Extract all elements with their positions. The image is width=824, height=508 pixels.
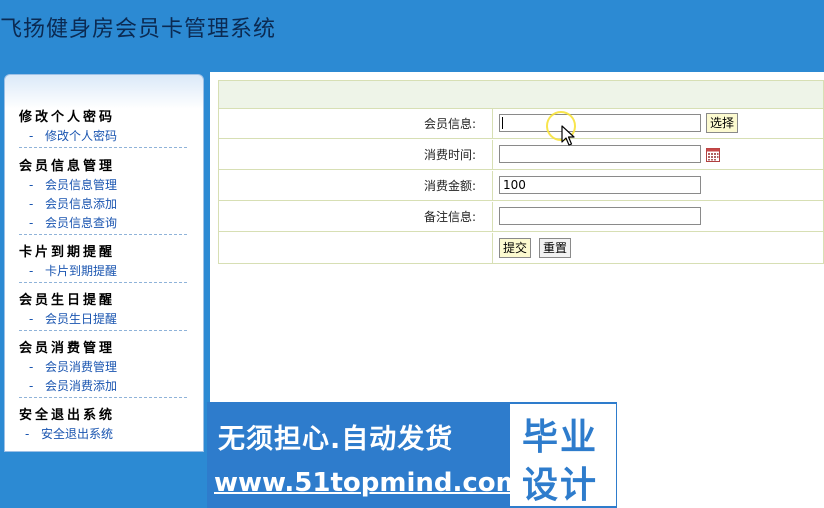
actions-label-cell xyxy=(219,233,493,263)
row-actions: 提交 重置 xyxy=(219,233,823,263)
member-info-input[interactable] xyxy=(499,114,701,132)
consume-time-label: 消费时间: xyxy=(219,140,493,170)
app-title: 飞扬健身房会员卡管理系统 xyxy=(0,17,277,42)
consume-amount-label: 消费金额: xyxy=(219,171,493,201)
menu-item-dash: - xyxy=(29,178,34,192)
menu-group-member-info: 会员信息管理 - 会员信息管理 - 会员信息添加 - 会员信息查询 xyxy=(19,157,187,235)
menu-group-birthday: 会员生日提醒 - 会员生日提醒 xyxy=(19,291,187,331)
reset-button[interactable]: 重置 xyxy=(539,238,572,258)
row-member-info: 会员信息: 选择 xyxy=(219,109,823,139)
remark-input[interactable] xyxy=(499,207,701,225)
row-remark: 备注信息: xyxy=(219,202,823,232)
menu-item-member-query[interactable]: - 会员信息查询 xyxy=(19,214,187,233)
banner-badge: 毕业 设计 xyxy=(510,404,616,506)
menu-group-title: 会员信息管理 xyxy=(19,159,116,174)
consume-add-form: 会员信息: 选择 消费时间: 消费金额: 备注信息: 提交 重置 xyxy=(218,80,824,264)
menu-group-card-expire: 卡片到期提醒 - 卡片到期提醒 xyxy=(19,243,187,283)
submit-button[interactable]: 提交 xyxy=(499,238,532,258)
menu-item-card-expire[interactable]: - 卡片到期提醒 xyxy=(19,262,187,281)
menu-group-title: 会员生日提醒 xyxy=(19,293,116,308)
banner-slogan: 无须担心.自动发货 xyxy=(218,424,454,455)
menu-group-title: 安全退出系统 xyxy=(19,408,116,423)
menu-item-dash: - xyxy=(29,379,34,393)
text-caret xyxy=(502,117,503,129)
badge-text-top: 毕业 xyxy=(522,417,599,458)
form-header xyxy=(219,81,823,109)
watermark-banner: 无须担心.自动发货 www.51topmind.com 毕业 设计 xyxy=(207,402,617,508)
menu-item-dash: - xyxy=(29,312,34,326)
row-consume-amount: 消费金额: xyxy=(219,171,823,201)
member-info-label: 会员信息: xyxy=(219,109,493,139)
menu-item-dash: - xyxy=(29,216,34,230)
menu-group-password: 修改个人密码 - 修改个人密码 xyxy=(19,108,187,148)
header-bar: 飞扬健身房会员卡管理系统 xyxy=(0,0,824,72)
menu-item-consume-manage[interactable]: - 会员消费管理 xyxy=(19,358,187,377)
menu-item-member-add[interactable]: - 会员信息添加 xyxy=(19,195,187,214)
select-member-button[interactable]: 选择 xyxy=(706,113,739,133)
menu-item-logout[interactable]: - 安全退出系统 xyxy=(19,425,187,444)
menu-group-consume: 会员消费管理 - 会员消费管理 - 会员消费添加 xyxy=(19,339,187,398)
menu-divider xyxy=(19,397,187,398)
row-consume-time: 消费时间: xyxy=(219,140,823,170)
banner-url: www.51topmind.com xyxy=(214,468,523,498)
consume-amount-input[interactable] xyxy=(499,176,701,194)
menu-divider xyxy=(19,147,187,148)
menu-item-birthday[interactable]: - 会员生日提醒 xyxy=(19,310,187,329)
menu-item-member-manage[interactable]: - 会员信息管理 xyxy=(19,176,187,195)
mouse-pointer-icon xyxy=(561,125,575,146)
menu-divider xyxy=(19,282,187,283)
menu-item-change-password[interactable]: - 修改个人密码 xyxy=(19,127,187,146)
remark-label: 备注信息: xyxy=(219,202,493,232)
menu-group-title: 会员消费管理 xyxy=(19,341,116,356)
menu-divider xyxy=(19,330,187,331)
calendar-icon[interactable] xyxy=(706,148,720,162)
menu-group-title: 卡片到期提醒 xyxy=(19,245,116,260)
menu-item-dash: - xyxy=(29,129,34,143)
menu-item-dash: - xyxy=(29,264,34,278)
menu-item-consume-add[interactable]: - 会员消费添加 xyxy=(19,377,187,396)
menu-divider xyxy=(19,234,187,235)
menu-group-logout: 安全退出系统 - 安全退出系统 xyxy=(19,406,187,444)
menu-item-dash: - xyxy=(29,197,34,211)
menu-item-dash: - xyxy=(25,427,30,441)
consume-time-input[interactable] xyxy=(499,145,701,163)
badge-text-bottom: 设计 xyxy=(522,465,599,506)
menu-group-title: 修改个人密码 xyxy=(19,110,116,125)
sidebar-menu: 修改个人密码 - 修改个人密码 会员信息管理 - 会员信息管理 - 会员信息添加 -会… xyxy=(4,74,204,452)
menu-item-dash: - xyxy=(29,360,34,374)
